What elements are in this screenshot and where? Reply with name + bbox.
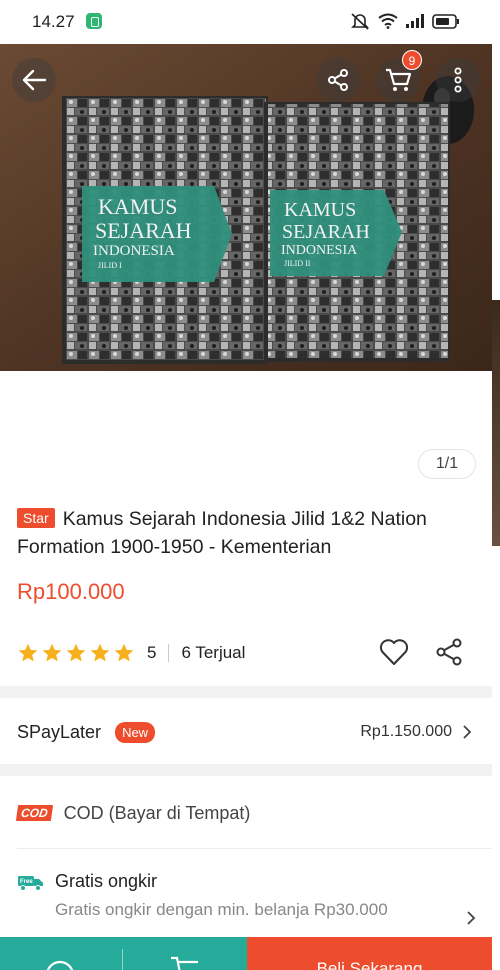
chevron-right-icon (463, 725, 472, 739)
cart-button[interactable]: 9 (376, 50, 422, 102)
spaylater-amount: Rp1.150.000 (360, 723, 452, 740)
share-button[interactable] (316, 58, 360, 102)
shipping-subtitle: Gratis ongkir dengan min. belanja Rp30.0… (55, 900, 388, 919)
cover2-line3: INDONESIA (281, 243, 358, 258)
shipping-row[interactable]: Free Gratis ongkir (17, 871, 157, 892)
more-vertical-icon (454, 67, 462, 93)
free-shipping-truck-icon: Free (18, 875, 43, 891)
new-badge: New (115, 721, 156, 743)
cover1-line2: SEJARAH (95, 218, 192, 243)
product-price: Rp100.000 (17, 579, 125, 604)
star-icon (90, 643, 110, 662)
cod-label: COD (Bayar di Tempat) (63, 802, 251, 823)
share-icon[interactable] (435, 638, 463, 666)
star-icon (42, 643, 62, 662)
product-image[interactable]: KAMUS SEJARAH INDONESIA JILID I KAMUS SE… (0, 44, 492, 371)
bottom-bar-separator (122, 949, 123, 970)
cover1-jilid: JILID I (98, 261, 122, 270)
star-icon (18, 643, 38, 662)
chevron-right-icon (467, 911, 476, 925)
shipping-title: Gratis ongkir (55, 871, 158, 891)
star-seller-tag: Star (17, 508, 55, 528)
cover1-line3: INDONESIA (93, 243, 175, 259)
mute-icon (351, 13, 369, 30)
back-button[interactable] (12, 58, 56, 102)
spaylater-label: SPayLater (17, 721, 102, 742)
heart-icon[interactable] (379, 638, 409, 666)
cart-icon (386, 68, 412, 91)
edge-shadow (492, 300, 500, 546)
status-bar: 14.27 (0, 0, 500, 44)
signal-icon (406, 14, 424, 28)
rating-row: 5 6 Terjual (17, 638, 483, 668)
add-to-cart-icon[interactable] (168, 955, 202, 970)
row-separator (17, 848, 492, 849)
share-icon (328, 69, 348, 91)
chat-cart-area (0, 937, 247, 970)
free-badge-text: Free (20, 879, 33, 885)
status-time: 14.27 (32, 12, 75, 31)
cod-badge: COD (15, 805, 53, 821)
cover2-line2: SEJARAH (282, 221, 370, 243)
product-photo: KAMUS SEJARAH INDONESIA JILID I KAMUS SE… (0, 44, 492, 371)
wifi-icon (378, 13, 398, 29)
battery-icon (432, 13, 459, 29)
rating-divider (168, 644, 170, 662)
cover1-line1: KAMUS (98, 194, 177, 219)
section-divider (0, 686, 492, 698)
rating-stars (17, 642, 135, 664)
bottom-action-bar: Beli Sekarang (0, 937, 492, 970)
status-icons (350, 12, 460, 30)
product-title-block: Star Kamus Sejarah Indonesia Jilid 1&2 Na… (17, 505, 477, 561)
cod-row[interactable]: COD COD (Bayar di Tempat) (15, 796, 251, 830)
section-divider (0, 764, 492, 776)
sold-count: 6 Terjual (181, 643, 246, 662)
cover2-jilid: JILID II (284, 259, 311, 268)
chat-icon[interactable] (44, 955, 76, 970)
more-button[interactable] (436, 58, 480, 102)
image-page-indicator: 1/1 (418, 449, 476, 479)
arrow-left-icon (22, 69, 47, 91)
buy-now-button[interactable]: Beli Sekarang (247, 937, 492, 970)
cover2-line1: KAMUS (284, 199, 356, 221)
star-icon (66, 643, 86, 662)
star-icon (114, 643, 134, 662)
app-notification-icon (86, 13, 102, 29)
spaylater-row[interactable]: SPayLater New Rp1.150.000 (0, 712, 492, 752)
product-actions (379, 638, 463, 666)
cart-count-badge: 9 (402, 50, 422, 70)
rating-value: 5 (147, 643, 157, 662)
product-title: Kamus Sejarah Indonesia Jilid 1&2 Nation… (17, 508, 427, 558)
